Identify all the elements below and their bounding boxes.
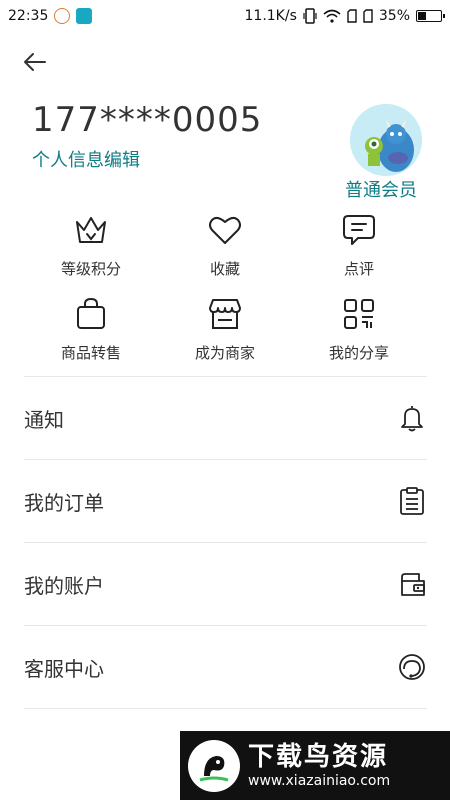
- grid-item-level-points[interactable]: 等级积分: [24, 210, 158, 282]
- battery-fill: [418, 12, 426, 20]
- battery-percent: 35%: [378, 8, 410, 24]
- menu-label: 客服中心: [24, 656, 104, 681]
- wallet-icon: [401, 573, 425, 596]
- scan-notification-icon: [76, 8, 93, 24]
- member-level-badge: 普通会员: [345, 180, 417, 201]
- menu-item-my-account[interactable]: 我的账户: [24, 543, 427, 626]
- menu-list: 通知 我的订单 我的账户 客服中心: [24, 376, 427, 709]
- crown-icon: [76, 217, 106, 243]
- menu-label: 我的账户: [24, 573, 104, 598]
- battery-icon: [416, 10, 445, 22]
- clipboard-icon: [400, 487, 424, 515]
- avatar[interactable]: [350, 104, 422, 176]
- headset-icon: [399, 654, 425, 680]
- sim2-icon: [363, 9, 373, 23]
- qr-icon: [344, 299, 374, 329]
- back-button[interactable]: [20, 48, 50, 76]
- monster-avatar-icon: [350, 104, 422, 176]
- grid-item-favorites[interactable]: 收藏: [158, 210, 292, 282]
- menu-label: 我的订单: [24, 490, 104, 515]
- menu-item-customer-service[interactable]: 客服中心: [24, 626, 427, 709]
- vibrate-icon: [303, 8, 317, 24]
- grid-label: 成为商家: [194, 344, 255, 362]
- watermark-banner: 下载鸟资源 www.xiazainiao.com: [180, 731, 450, 800]
- grid-item-reviews[interactable]: 点评: [292, 210, 426, 282]
- grid-label: 等级积分: [60, 260, 121, 278]
- grid-label: 商品转售: [60, 344, 121, 362]
- back-arrow-icon: [24, 53, 46, 71]
- bird-logo-icon: [188, 739, 240, 792]
- network-speed: 11.1K/s: [244, 8, 297, 24]
- edit-profile-link[interactable]: 个人信息编辑: [32, 146, 140, 172]
- menu-label: 通知: [24, 407, 64, 432]
- watermark-title: 下载鸟资源: [248, 741, 389, 772]
- heart-icon: [209, 216, 241, 244]
- status-bar: 22:35 11.1K/s 35%: [0, 0, 450, 32]
- bag-icon: [77, 297, 105, 329]
- bell-icon: [401, 406, 423, 432]
- bird-icon: [199, 755, 229, 781]
- grid-item-my-share[interactable]: 我的分享: [292, 294, 426, 366]
- menu-item-my-orders[interactable]: 我的订单: [24, 460, 427, 543]
- sim1-icon: [347, 9, 357, 23]
- comment-icon: [343, 215, 375, 245]
- wifi-icon: [323, 9, 341, 23]
- grid-label: 我的分享: [328, 344, 389, 362]
- grid-label: 收藏: [209, 260, 240, 278]
- app-notification-icon: [54, 8, 71, 24]
- watermark-url: www.xiazainiao.com: [248, 772, 391, 789]
- feature-grid: 等级积分 收藏 点评 商品转售 成为商家 我的分享: [24, 210, 426, 378]
- menu-item-notifications[interactable]: 通知: [24, 377, 427, 460]
- store-icon: [209, 299, 241, 329]
- grid-item-resale[interactable]: 商品转售: [24, 294, 158, 366]
- status-time: 22:35: [8, 8, 49, 24]
- phone-number: 177****0005: [32, 100, 263, 140]
- grid-item-become-merchant[interactable]: 成为商家: [158, 294, 292, 366]
- grid-label: 点评: [343, 260, 374, 278]
